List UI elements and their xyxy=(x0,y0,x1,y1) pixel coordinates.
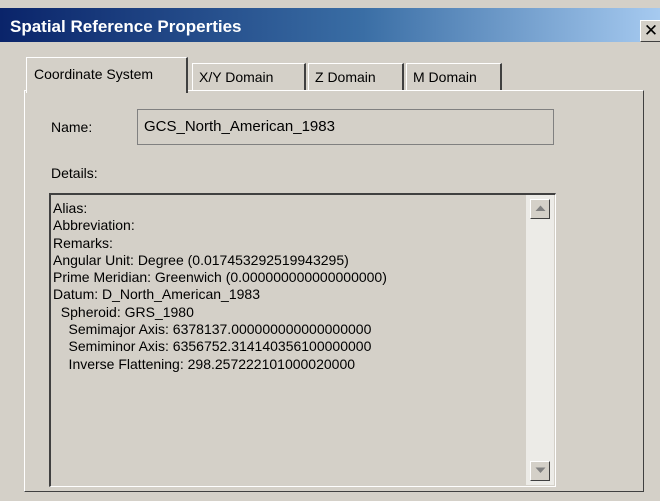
spatial-reference-dialog: Spatial Reference Properties ✕ Coordinat… xyxy=(0,0,660,501)
details-textbox[interactable]: Alias: Abbreviation: Remarks: Angular Unit:… xyxy=(49,193,556,487)
vertical-scrollbar[interactable] xyxy=(526,195,554,485)
details-line: Semiminor Axis: 6356752.3141403561000000… xyxy=(53,338,372,355)
tab-z-domain[interactable]: Z Domain xyxy=(308,63,404,91)
details-label: Details: xyxy=(51,165,98,181)
details-text: Alias: Abbreviation: Remarks: Angular Unit:… xyxy=(53,200,523,373)
tab-coordinate-system[interactable]: Coordinate System xyxy=(26,57,188,93)
title-bar: Spatial Reference Properties ✕ xyxy=(0,8,660,42)
details-line: Remarks: xyxy=(53,234,113,251)
details-line: Alias: xyxy=(53,200,88,216)
scroll-up-button[interactable] xyxy=(530,199,550,219)
details-line: Abbreviation: xyxy=(53,217,135,234)
tab-m-domain[interactable]: M Domain xyxy=(406,63,502,91)
arrow-up-icon xyxy=(535,205,546,211)
tab-label: Coordinate System xyxy=(34,66,154,82)
window-title: Spatial Reference Properties xyxy=(10,17,242,36)
tab-label: M Domain xyxy=(413,69,477,85)
scroll-down-button[interactable] xyxy=(530,461,550,481)
details-line: Inverse Flattening: 298.2572221010000200… xyxy=(53,355,356,372)
details-line: Semimajor Axis: 6378137.0000000000000000… xyxy=(53,321,372,338)
close-icon: ✕ xyxy=(643,21,659,40)
arrow-down-icon xyxy=(535,467,546,473)
details-line: Angular Unit: Degree (0.0174532925199432… xyxy=(53,251,349,268)
details-line: Prime Meridian: Greenwich (0.00000000000… xyxy=(53,269,387,286)
details-line: Datum: D_North_American_1983 xyxy=(53,286,260,303)
tab-label: Z Domain xyxy=(315,69,376,85)
name-label: Name: xyxy=(51,119,93,135)
close-button[interactable]: ✕ xyxy=(640,20,660,42)
tab-label: X/Y Domain xyxy=(199,69,274,85)
tab-xy-domain[interactable]: X/Y Domain xyxy=(192,63,306,91)
tab-strip: Coordinate System X/Y Domain Z Domain M … xyxy=(26,57,506,93)
name-field[interactable]: GCS_North_American_1983 xyxy=(137,109,554,145)
details-line: Spheroid: GRS_1980 xyxy=(53,303,194,320)
